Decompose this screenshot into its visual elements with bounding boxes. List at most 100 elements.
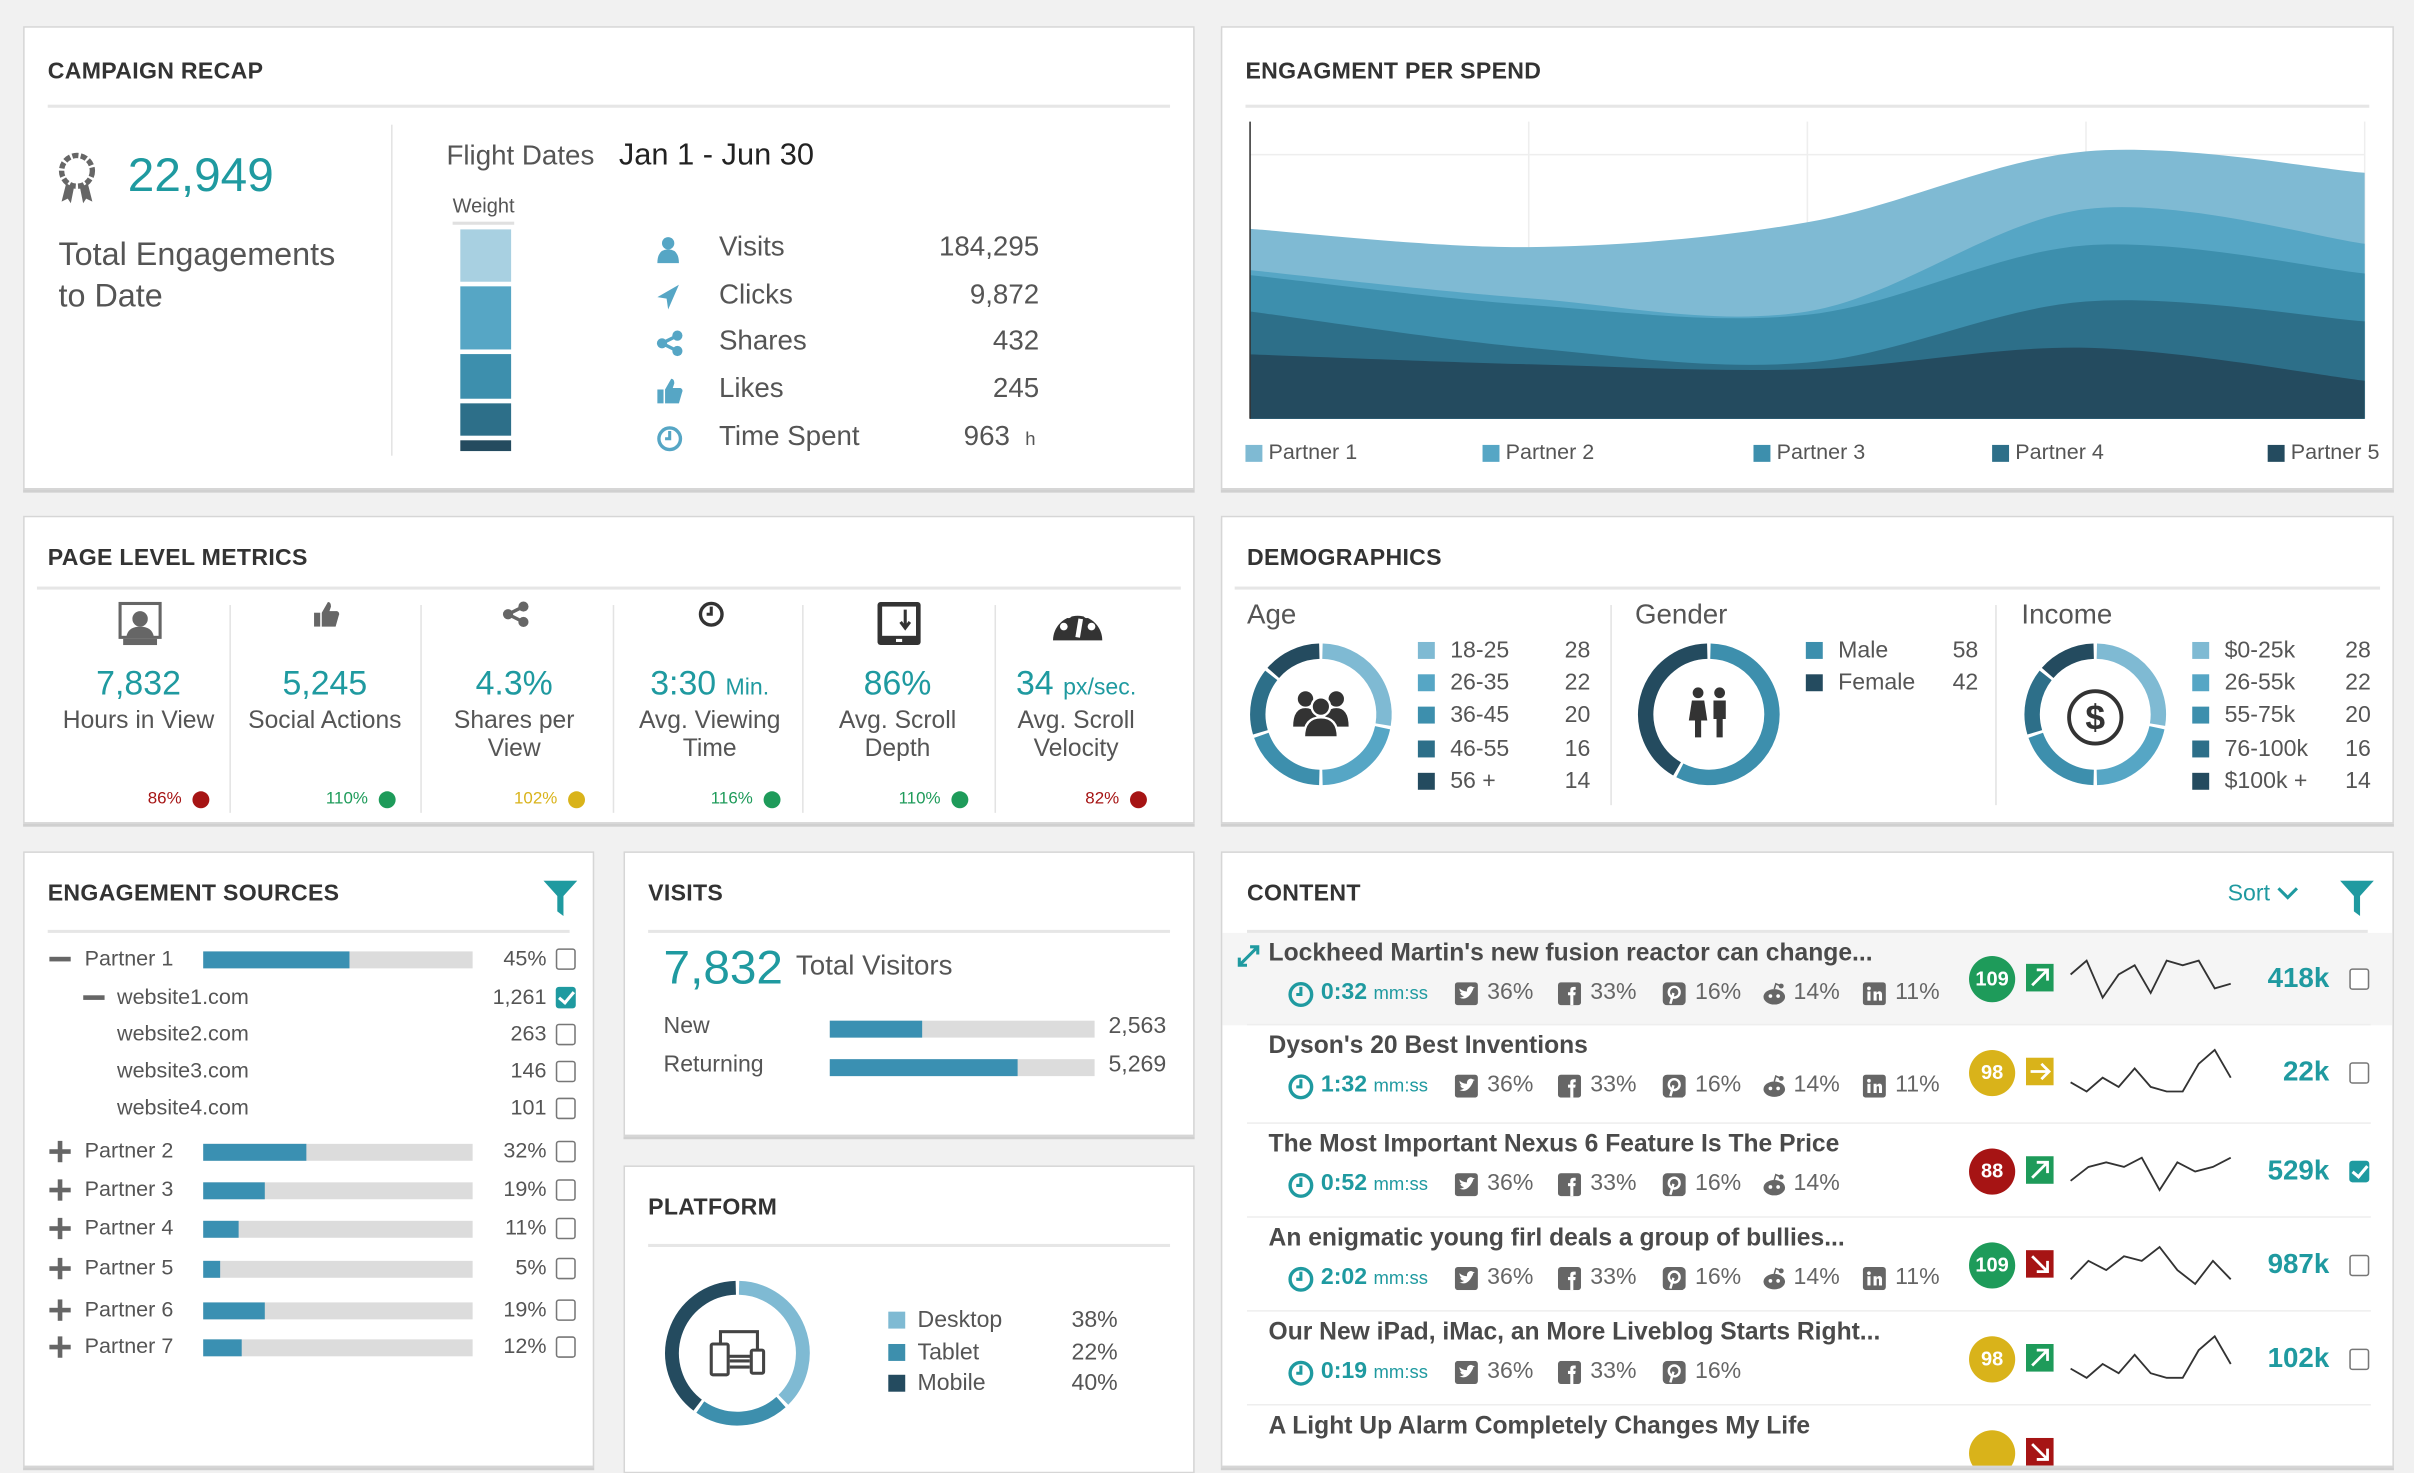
legend-value: 20 <box>2345 702 2371 729</box>
collapse-minus-icon[interactable] <box>49 948 71 970</box>
share-icon <box>488 600 543 649</box>
donut-slice <box>2041 643 2095 679</box>
source-label[interactable]: Partner 1 <box>85 945 174 970</box>
content-row[interactable]: A Light Up Alarm Completely Changes My L… <box>1222 1404 2392 1466</box>
source-checkbox[interactable] <box>555 1336 576 1358</box>
view-time: 0:52 mm:ss <box>1321 1170 1428 1196</box>
content-title[interactable]: The Most Important Nexus 6 Feature Is Th… <box>1269 1132 1840 1160</box>
source-label[interactable]: Partner 5 <box>85 1255 174 1280</box>
source-checkbox[interactable] <box>555 1023 576 1046</box>
content-checkbox[interactable] <box>2349 1062 2370 1084</box>
share-bar-fill <box>203 1182 265 1200</box>
view-time: 0:19 mm:ss <box>1321 1358 1428 1384</box>
legend-value: 40% <box>1071 1370 1118 1397</box>
view-time-value: 0:52 <box>1320 1170 1368 1197</box>
weight-segment <box>460 229 512 282</box>
filter-icon[interactable] <box>2340 880 2374 918</box>
content-checkbox[interactable] <box>2349 1348 2370 1371</box>
clock-icon <box>1287 1172 1315 1200</box>
social-share-percent: 36% <box>1487 1357 1534 1385</box>
view-time-value: 0:32 <box>1320 979 1368 1006</box>
content-checkbox[interactable] <box>2349 1254 2370 1277</box>
source-checkbox[interactable] <box>555 1257 576 1280</box>
source-label[interactable]: website3.com <box>117 1058 249 1083</box>
presenter-screen-icon <box>112 600 167 649</box>
share-bar-fill <box>203 1302 265 1320</box>
weight-label: Weight <box>452 194 515 225</box>
content-title[interactable]: Our New iPad, iMac, an More Liveblog Sta… <box>1269 1319 1881 1347</box>
row-divider <box>1246 1404 2371 1406</box>
status-percent: 116% <box>710 789 753 809</box>
filter-icon[interactable] <box>543 880 578 918</box>
expand-plus-icon[interactable] <box>49 1257 71 1280</box>
expand-plus-icon[interactable] <box>49 1140 71 1163</box>
social-share-percent: 14% <box>1793 1071 1840 1098</box>
collapse-minus-icon[interactable] <box>83 987 105 1009</box>
social-share-percent: 33% <box>1590 1357 1637 1385</box>
trend-up-icon <box>2025 963 2054 999</box>
engagement-sources-panel: ENGAGEMENT SOURCES Partner 1 45% website1.… <box>23 851 595 1468</box>
panel-title: CAMPAIGN RECAP <box>47 58 264 85</box>
reddit-icon <box>1761 982 1787 1005</box>
content-title[interactable]: An enigmatic young firl deals a group of… <box>1269 1225 1845 1253</box>
status-dot <box>378 791 396 809</box>
source-label[interactable]: Partner 2 <box>85 1138 174 1163</box>
expand-plus-icon[interactable] <box>49 1299 71 1321</box>
content-row[interactable]: Lockheed Martin's new fusion reactor can… <box>1222 932 2393 1026</box>
source-checkbox[interactable] <box>555 1217 576 1240</box>
view-time-unit: mm:ss <box>1373 1173 1428 1195</box>
metric-value: 4.3% <box>475 663 553 703</box>
source-checkbox[interactable] <box>555 1097 576 1120</box>
engagement-per-spend-panel: ENGAGMENT PER SPEND Partner 1 Partner 2 Pa… <box>1220 26 2394 490</box>
content-row[interactable]: The Most Important Nexus 6 Feature Is Th… <box>1222 1122 2392 1218</box>
expand-plus-icon[interactable] <box>49 1179 71 1201</box>
share-bar <box>203 1302 473 1320</box>
source-checkbox[interactable] <box>555 1299 576 1321</box>
legend-swatch <box>1805 674 1823 692</box>
status-dot <box>192 791 210 809</box>
legend-swatch <box>2192 739 2210 757</box>
source-checkbox[interactable] <box>555 948 576 970</box>
facebook-icon <box>1557 1173 1584 1197</box>
metric-unit: h <box>1025 427 1036 450</box>
expand-plus-icon[interactable] <box>49 1217 71 1240</box>
source-label[interactable]: Partner 3 <box>85 1176 174 1201</box>
sort-dropdown[interactable]: Sort <box>2228 881 2298 907</box>
legend-label: Partner 5 <box>2290 438 2380 464</box>
donut-slice <box>1267 643 1320 679</box>
source-checkbox[interactable] <box>555 986 576 1009</box>
source-label[interactable]: Partner 6 <box>85 1296 174 1321</box>
expand-arrows-icon[interactable] <box>1236 944 1261 976</box>
source-value: 11% <box>504 1214 547 1240</box>
panel-title: CONTENT <box>1246 880 1361 907</box>
metric-value: 963 <box>963 419 1010 451</box>
content-title[interactable]: Lockheed Martin's new fusion reactor can… <box>1269 941 1873 969</box>
content-title[interactable]: Dyson's 20 Best Inventions <box>1269 1033 1588 1061</box>
source-label[interactable]: website4.com <box>117 1095 249 1120</box>
trend-down-icon <box>2025 1437 2054 1466</box>
source-checkbox[interactable] <box>555 1060 576 1083</box>
source-checkbox[interactable] <box>555 1140 576 1163</box>
metric-value: 7,832 <box>96 663 181 703</box>
source-label[interactable]: website1.com <box>117 984 249 1009</box>
expand-plus-icon[interactable] <box>49 1336 71 1358</box>
content-row[interactable]: Dyson's 20 Best Inventions 1:32 mm:ss 36% 3… <box>1222 1023 2392 1119</box>
legend-label: Partner 4 <box>2015 438 2104 464</box>
metric-label: Clicks <box>718 278 793 309</box>
reddit-icon <box>1761 1075 1787 1098</box>
legend-label: Partner 2 <box>1505 438 1595 464</box>
source-label[interactable]: Partner 7 <box>85 1333 174 1358</box>
content-views-value: 418k <box>2267 962 2330 993</box>
source-label[interactable]: website2.com <box>117 1021 249 1046</box>
content-checkbox[interactable] <box>2349 1160 2370 1183</box>
clock-icon <box>1287 981 1315 1009</box>
legend-swatch <box>1417 739 1435 757</box>
legend-swatch <box>2192 641 2210 659</box>
source-checkbox[interactable] <box>555 1179 576 1201</box>
content-row[interactable]: Our New iPad, iMac, an More Liveblog Sta… <box>1222 1310 2392 1406</box>
content-checkbox[interactable] <box>2349 968 2370 990</box>
source-label[interactable]: Partner 4 <box>85 1215 174 1240</box>
legend-label: Desktop <box>917 1307 1003 1334</box>
social-share-percent: 36% <box>1487 1071 1534 1098</box>
content-row[interactable]: An enigmatic young firl deals a group of… <box>1222 1216 2392 1312</box>
